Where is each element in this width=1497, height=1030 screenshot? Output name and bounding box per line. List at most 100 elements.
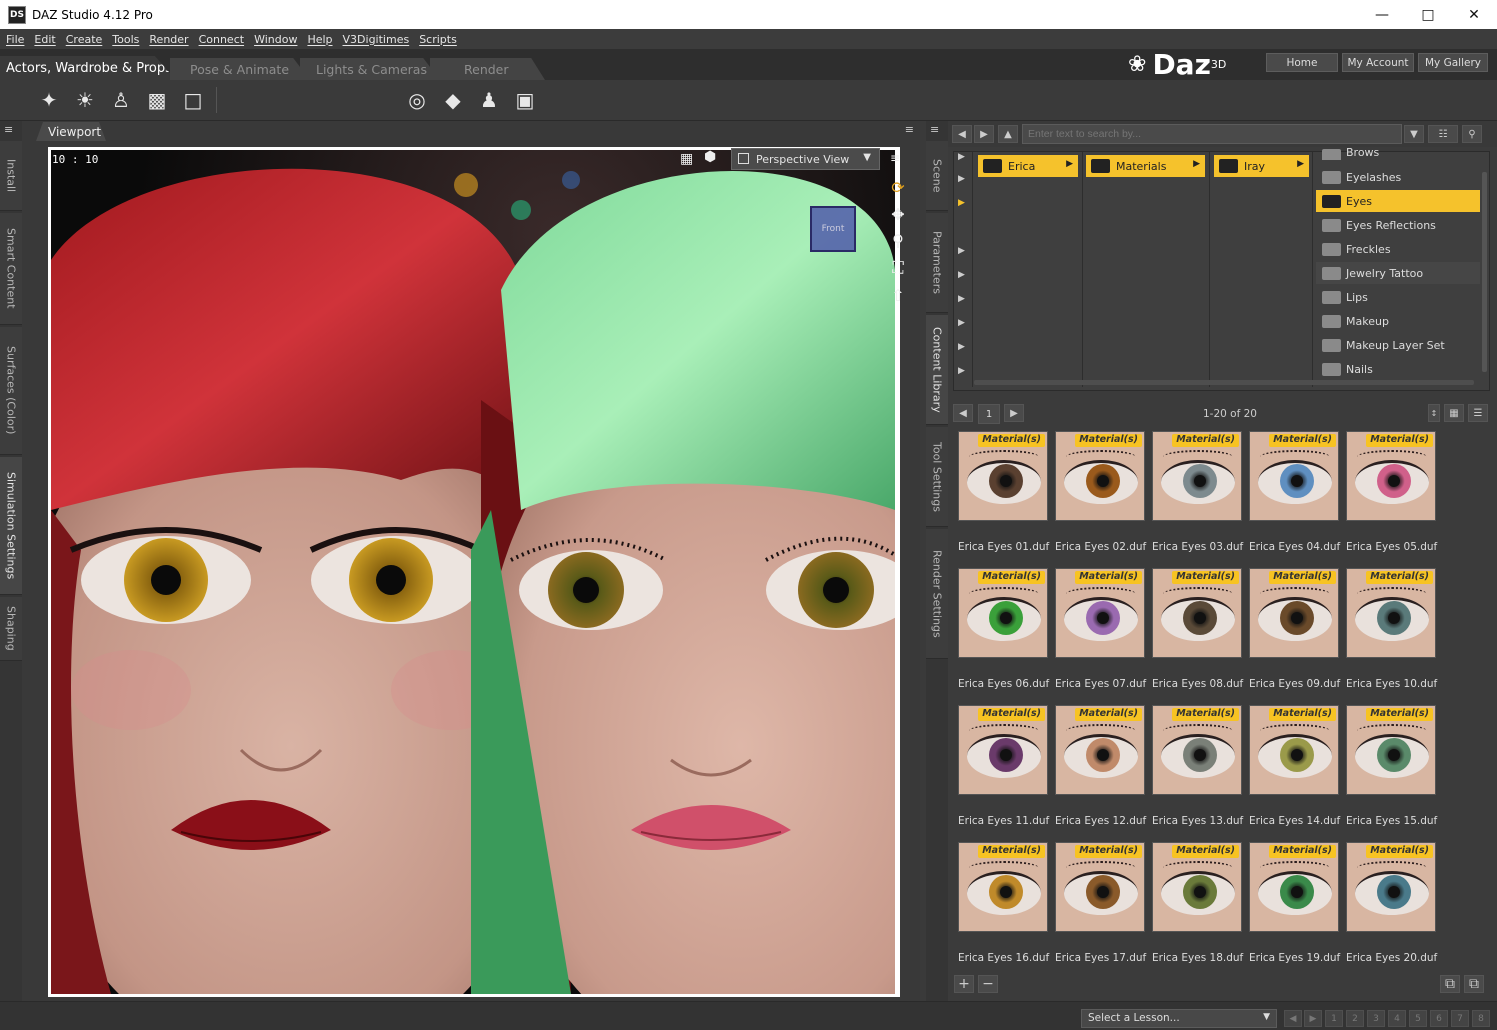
surface-selection-icon[interactable]: ◆	[439, 86, 467, 114]
close-button[interactable]: ✕	[1451, 0, 1497, 29]
database-filter-icon[interactable]: ☷	[1428, 125, 1458, 143]
expand-arrow-icon[interactable]: ▶	[958, 174, 965, 184]
orbit-icon[interactable]: ⟳	[888, 177, 908, 197]
subfolder-makeup[interactable]: Makeup	[1316, 310, 1480, 332]
tab-actors-wardrobe-props[interactable]: Actors, Wardrobe & Props	[0, 56, 176, 80]
expand-arrow-icon[interactable]: ▶	[958, 152, 965, 162]
asset-tile[interactable]: Material(s) Erica Eyes 02.duf	[1055, 431, 1146, 556]
tab-pose-animate[interactable]: Pose & Animate	[170, 58, 310, 80]
tab-install[interactable]: Install	[0, 141, 22, 211]
tab-simulation-settings[interactable]: Simulation Settings	[0, 457, 22, 595]
menu-file[interactable]: File	[6, 33, 24, 46]
rail-menu-icon[interactable]: ≡	[930, 123, 939, 136]
zoom-icon[interactable]: ⚲	[888, 230, 908, 250]
view-selector[interactable]: Perspective View ▼	[731, 148, 880, 170]
lesson-step[interactable]: 8	[1472, 1010, 1490, 1027]
tab-tool-settings[interactable]: Tool Settings	[926, 427, 948, 527]
asset-tile[interactable]: Material(s) Erica Eyes 01.duf	[958, 431, 1049, 556]
lesson-step[interactable]: 1	[1325, 1010, 1343, 1027]
fit-to-icon[interactable]: □	[179, 86, 207, 114]
paste-icon[interactable]: ⧉	[1464, 975, 1484, 993]
tab-render[interactable]: Render	[430, 58, 545, 80]
asset-tile[interactable]: Material(s) Erica Eyes 05.duf	[1346, 431, 1437, 556]
icon-view-icon[interactable]: ▦	[1444, 404, 1464, 422]
tab-content-library[interactable]: Content Library	[926, 315, 948, 425]
tab-lights-cameras[interactable]: Lights & Cameras	[300, 58, 440, 80]
asset-tile[interactable]: Material(s) Erica Eyes 16.duf	[958, 842, 1049, 967]
viewport-tab[interactable]: Viewport	[36, 122, 106, 141]
draw-style-icon[interactable]: ▦	[680, 151, 693, 167]
library-search-input[interactable]	[1022, 124, 1402, 144]
create-new-primitive-icon[interactable]: ✦	[35, 86, 63, 114]
expand-arrow-icon[interactable]: ▶	[958, 294, 965, 304]
asset-tile[interactable]: Material(s) Erica Eyes 06.duf	[958, 568, 1049, 693]
figure-setup-icon[interactable]: ♙	[107, 86, 135, 114]
expand-arrow-icon[interactable]: ▶	[958, 318, 965, 328]
search-icon[interactable]: ⚲	[1462, 125, 1482, 143]
menu-window[interactable]: Window	[254, 33, 297, 46]
subfolder-jewelry-tattoo[interactable]: Jewelry Tattoo	[1316, 262, 1480, 284]
asset-tile[interactable]: Material(s) Erica Eyes 12.duf	[1055, 705, 1146, 830]
expand-arrow-icon[interactable]: ▶	[958, 342, 965, 352]
thumbnail-size-icon[interactable]: ↕	[1428, 404, 1440, 422]
tab-surfaces-color[interactable]: Surfaces (Color)	[0, 327, 22, 455]
step-forward-icon[interactable]: ▶	[1304, 1010, 1322, 1027]
menu-create[interactable]: Create	[66, 33, 103, 46]
asset-tile[interactable]: Material(s) Erica Eyes 19.duf	[1249, 842, 1340, 967]
lesson-step[interactable]: 4	[1388, 1010, 1406, 1027]
lesson-step[interactable]: 3	[1367, 1010, 1385, 1027]
lesson-select[interactable]: Select a Lesson... ▼	[1081, 1009, 1277, 1028]
nav-cube[interactable]: Front	[810, 206, 856, 252]
subfolder-eyes-reflections[interactable]: Eyes Reflections	[1316, 214, 1480, 236]
pan-icon[interactable]: ✥	[888, 204, 908, 224]
add-icon[interactable]: +	[954, 975, 974, 993]
menu-v3digitimes[interactable]: V3Digitimes	[343, 33, 410, 46]
asset-tile[interactable]: Material(s) Erica Eyes 04.duf	[1249, 431, 1340, 556]
asset-tile[interactable]: Material(s) Erica Eyes 15.duf	[1346, 705, 1437, 830]
asset-tile[interactable]: Material(s) Erica Eyes 03.duf	[1152, 431, 1243, 556]
up-folder-icon[interactable]: ▲	[998, 125, 1018, 143]
subfolder-nails[interactable]: Nails	[1316, 358, 1480, 380]
asset-tile[interactable]: Material(s) Erica Eyes 18.duf	[1152, 842, 1243, 967]
tab-shaping[interactable]: Shaping	[0, 597, 22, 661]
subfolder-freckles[interactable]: Freckles	[1316, 238, 1480, 260]
subfolder-brows[interactable]: Brows	[1316, 144, 1480, 160]
copy-icon[interactable]: ⧉	[1440, 975, 1460, 993]
page-number[interactable]: 1	[978, 404, 1000, 424]
list-view-icon[interactable]: ☰	[1468, 404, 1488, 422]
tab-parameters[interactable]: Parameters	[926, 213, 948, 313]
expand-arrow-icon[interactable]: ▶	[958, 366, 965, 376]
asset-tile[interactable]: Material(s) Erica Eyes 13.duf	[1152, 705, 1243, 830]
lesson-step[interactable]: 2	[1346, 1010, 1364, 1027]
lesson-step[interactable]: 5	[1409, 1010, 1427, 1027]
asset-tile[interactable]: Material(s) Erica Eyes 07.duf	[1055, 568, 1146, 693]
tab-scene[interactable]: Scene	[926, 141, 948, 211]
asset-tile[interactable]: Material(s) Erica Eyes 20.duf	[1346, 842, 1437, 967]
menu-render[interactable]: Render	[149, 33, 188, 46]
folder-materials[interactable]: Materials ▶	[1086, 155, 1205, 177]
next-page-icon[interactable]: ▶	[1004, 404, 1024, 422]
search-history-dropdown-icon[interactable]: ▼	[1404, 125, 1424, 143]
subfolder-eyes[interactable]: Eyes	[1316, 190, 1480, 212]
camera-icon[interactable]: ▣	[511, 86, 539, 114]
my-gallery-button[interactable]: My Gallery	[1418, 53, 1488, 72]
folder-erica[interactable]: Erica ▶	[978, 155, 1078, 177]
previous-page-icon[interactable]: ◀	[953, 404, 973, 422]
view-cube-icon[interactable]: ⬢	[704, 149, 716, 165]
create-light-icon[interactable]: ☀	[71, 86, 99, 114]
lesson-step[interactable]: 7	[1451, 1010, 1469, 1027]
menu-scripts[interactable]: Scripts	[419, 33, 457, 46]
menu-tools[interactable]: Tools	[112, 33, 139, 46]
folder-iray[interactable]: Iray ▶	[1214, 155, 1309, 177]
vertical-scrollbar[interactable]	[1482, 172, 1487, 372]
asset-tile[interactable]: Material(s) Erica Eyes 14.duf	[1249, 705, 1340, 830]
asset-tile[interactable]: Material(s) Erica Eyes 10.duf	[1346, 568, 1437, 693]
pane-menu-icon[interactable]: ≡	[905, 123, 914, 136]
expand-arrow-icon[interactable]: ▶	[958, 246, 965, 256]
menu-help[interactable]: Help	[307, 33, 332, 46]
my-account-button[interactable]: My Account	[1342, 53, 1414, 72]
subfolder-lips[interactable]: Lips	[1316, 286, 1480, 308]
asset-tile[interactable]: Material(s) Erica Eyes 09.duf	[1249, 568, 1340, 693]
expand-arrow-icon[interactable]: ▶	[958, 270, 965, 280]
home-button[interactable]: Home	[1266, 53, 1338, 72]
